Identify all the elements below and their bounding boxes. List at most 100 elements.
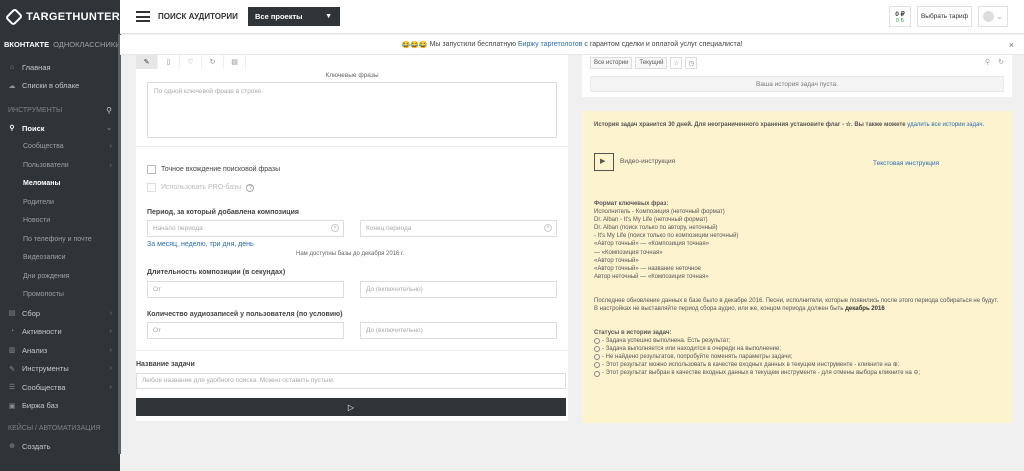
quick-period-links[interactable]: За месяц, неделю, три дня, день: [147, 241, 254, 248]
sidebar-sub-parents[interactable]: Родители: [0, 193, 120, 212]
divider: [136, 146, 568, 147]
analysis-icon: ▥: [8, 347, 16, 355]
cloud-icon: ☁: [8, 82, 16, 90]
input-placeholder: Начало периода: [153, 225, 203, 232]
status-line: - Задача выполняется или находится в оче…: [594, 345, 1002, 353]
task-name-input[interactable]: Любое название для удобного поиска. Можн…: [136, 373, 566, 389]
balance-widget[interactable]: 0 ₽ 0 Б: [889, 6, 911, 27]
keywords-textarea[interactable]: По одной ключевой фразе в строке.: [147, 82, 557, 138]
period-start-input[interactable]: Начало периода ×: [147, 220, 344, 237]
search-form: ✎ ▯ ♡ ↻ ▤ Ключевые фразы По одной ключев…: [136, 55, 568, 421]
sidebar-item-label: Пользователи: [23, 161, 69, 169]
update-text: Последнее обновление данных в базе было …: [594, 298, 999, 313]
divider: [136, 350, 568, 351]
sidebar-item-home[interactable]: ⌂ Главная: [0, 58, 120, 77]
sidebar-sub-birthdays[interactable]: Дни рождения: [0, 267, 120, 286]
refresh-icon[interactable]: ↻: [998, 58, 1004, 66]
format-line: — «Композиция точная»: [594, 249, 663, 256]
chevron-right-icon: ›: [109, 161, 112, 169]
sidebar-scrollbar[interactable]: [118, 34, 121, 454]
count-from-input[interactable]: От: [147, 322, 344, 339]
clear-icon[interactable]: ×: [544, 224, 552, 232]
help-icon[interactable]: ?: [246, 183, 255, 192]
logo[interactable]: TARGETHUNTER: [0, 0, 120, 34]
sidebar-item-tools[interactable]: ✎ Инструменты ›: [0, 360, 120, 379]
task-name-label: Название задачи: [136, 361, 195, 368]
sidebar-item-communities[interactable]: ☰ Сообщества ›: [0, 378, 120, 397]
exchange-link[interactable]: Биржу таргетологов: [518, 41, 583, 48]
sidebar-sub-communities[interactable]: Сообщества ›: [0, 138, 120, 157]
count-to-input[interactable]: До (включительно): [360, 322, 557, 339]
home-icon: ⌂: [9, 63, 15, 71]
sidebar-item-activity[interactable]: ◔ Активности ›: [0, 323, 120, 342]
collect-icon: ▤: [8, 310, 16, 318]
sidebar-item-search[interactable]: ⚲ Поиск ⌄: [0, 119, 120, 138]
close-icon[interactable]: ×: [1009, 40, 1014, 50]
sidebar-sub-music-lovers[interactable]: Меломаны: [0, 175, 120, 194]
sidebar-sub-phone-email[interactable]: По телефону и почте: [0, 230, 120, 249]
sidebar-item-collect[interactable]: ▤ Сбор ›: [0, 304, 120, 323]
keywords-label: Ключевые фразы: [325, 72, 379, 79]
tab-odnoklassniki[interactable]: ОДНОКЛАССНИКИ: [53, 40, 121, 49]
sidebar-item-label: Дни рождения: [23, 272, 70, 280]
clock-icon[interactable]: ◷: [685, 57, 698, 69]
checkbox[interactable]: [147, 165, 156, 174]
star-icon[interactable]: ☆: [670, 57, 683, 69]
checkbox[interactable]: [147, 183, 156, 192]
history-empty-message: Ваша история задач пуста.: [590, 76, 1004, 92]
sidebar-item-label: Видеозаписи: [23, 254, 66, 262]
sidebar-item-cloud-lists[interactable]: ☁ Списки в облаке: [0, 77, 120, 96]
sidebar-sub-promoposts[interactable]: Промопосты: [0, 286, 120, 305]
duration-to-input[interactable]: До (включительно): [360, 281, 557, 298]
task-statuses: Статусы в истории задач: - Задача успешн…: [594, 329, 1002, 378]
checkbox-label: Точное вхождение поисковой фразы: [161, 166, 281, 173]
task-history: Все истории Текущий ☆ ◷ ⚲ ↻ Ваша история…: [582, 55, 1012, 97]
video-instruction-link[interactable]: Видео-инструкция: [620, 158, 675, 167]
delete-history-link[interactable]: удалить все истории задач.: [907, 122, 984, 128]
sidebar-item-label: Активности: [22, 327, 62, 337]
menu-icon[interactable]: [136, 11, 150, 22]
announcement-text: Мы запустили бесплатную: [427, 41, 518, 48]
sidebar-sub-videos[interactable]: Видеозаписи: [0, 249, 120, 268]
heart-icon[interactable]: ♡: [180, 55, 202, 69]
choose-tariff-button[interactable]: Выбрать тариф: [917, 6, 972, 27]
input-placeholder: До (включительно): [366, 286, 423, 293]
history-tabs: Все истории Текущий ☆ ◷: [590, 57, 698, 69]
base-note: Нам доступны базы до декабря 2016 г.: [296, 251, 405, 257]
clear-icon[interactable]: ×: [331, 224, 339, 232]
caret-down-icon: ▼: [325, 13, 332, 20]
sidebar-sub-users[interactable]: Пользователи ›: [0, 156, 120, 175]
history-actions: ⚲ ↻: [985, 58, 1004, 66]
sidebar-item-exchange[interactable]: ▣ Биржа баз: [0, 397, 120, 416]
search-icon[interactable]: ⚲: [985, 58, 990, 66]
user-menu[interactable]: ⌄: [978, 6, 1008, 27]
pending-icon: [594, 346, 600, 353]
plus-circle-icon: [594, 362, 600, 369]
status-text: - Не найдено результатов, попробуйте пом…: [602, 354, 793, 361]
chevron-right-icon: ›: [109, 346, 112, 354]
edit-icon[interactable]: ✎: [136, 55, 158, 69]
balance-value: 0 ₽: [895, 11, 905, 18]
duration-from-input[interactable]: От: [147, 281, 344, 298]
history-storage-note: История задач хранится 30 дней. Для неог…: [594, 121, 1000, 129]
pro-base-checkbox[interactable]: Использовать PRO-базы ?: [147, 183, 255, 192]
sidebar-item-label: Списки в облаке: [22, 81, 80, 91]
text-instruction-link[interactable]: Текстовая инструкция: [873, 160, 939, 169]
video-instruction[interactable]: Видео-инструкция: [594, 153, 675, 171]
tab-vkontakte[interactable]: ВКОНТАКТЕ: [4, 40, 49, 49]
tab-all-histories[interactable]: Все истории: [590, 57, 633, 69]
search-icon[interactable]: ⚲: [106, 106, 112, 115]
run-button[interactable]: ▷: [136, 398, 566, 416]
exact-match-checkbox[interactable]: Точное вхождение поисковой фразы: [147, 165, 280, 174]
sidebar-sub-news[interactable]: Новости: [0, 212, 120, 231]
sidebar-item-analysis[interactable]: ▥ Анализ ›: [0, 341, 120, 360]
period-end-input[interactable]: Конец периода ×: [360, 220, 557, 237]
list-icon[interactable]: ▤: [224, 55, 246, 69]
format-line: «Автор точный»: [594, 257, 639, 264]
book-icon[interactable]: ▯: [158, 55, 180, 69]
sidebar-item-create[interactable]: ⊕ Создать: [0, 437, 120, 456]
projects-select[interactable]: Все проекты ▼: [248, 7, 340, 26]
share-icon[interactable]: ↻: [202, 55, 224, 69]
tab-current[interactable]: Текущий: [635, 57, 668, 69]
statuses-title: Статусы в истории задач:: [594, 330, 672, 336]
